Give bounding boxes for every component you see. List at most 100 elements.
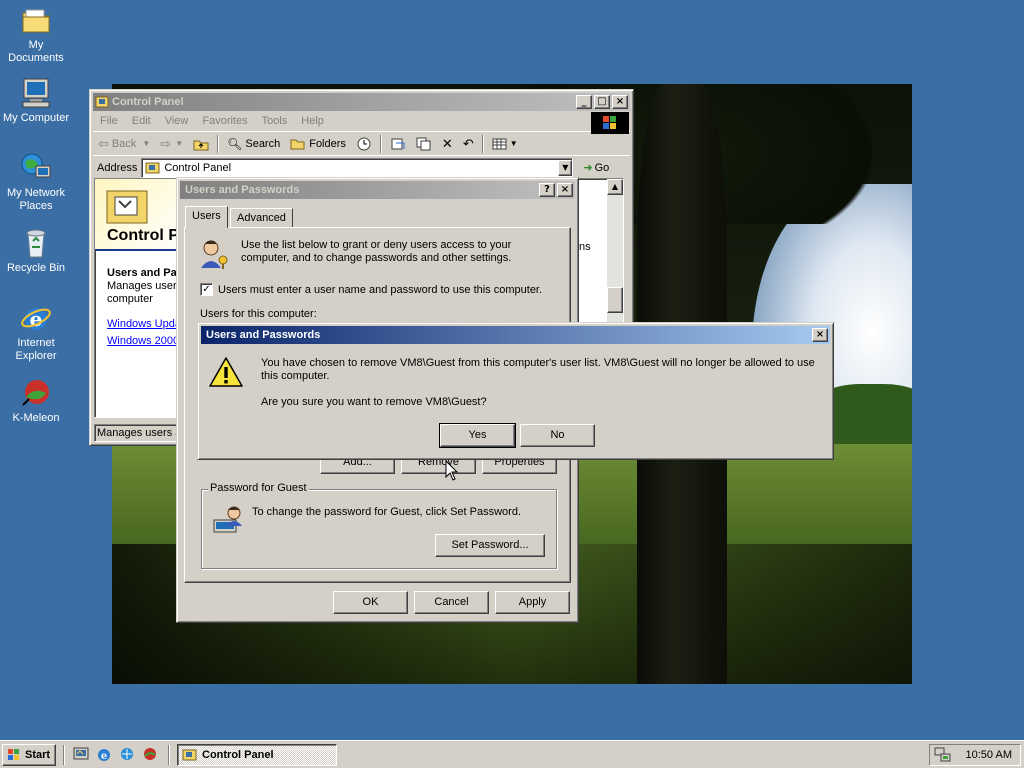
go-arrow-icon: ➜ [583, 162, 593, 174]
chevron-down-icon: ▼ [142, 139, 151, 148]
yes-label: Yes [468, 429, 487, 441]
menu-tools[interactable]: Tools [255, 115, 295, 127]
maximize-button[interactable]: □ [594, 95, 610, 109]
minimize-button[interactable]: _ [576, 95, 592, 109]
windows-2000-support-link[interactable]: Windows 2000 [107, 335, 179, 347]
menu-edit[interactable]: Edit [125, 115, 158, 127]
item-label-fragment: ns [579, 241, 591, 253]
scroll-up-button[interactable]: ▲ [607, 179, 623, 195]
delete-button[interactable]: ✕ [437, 136, 458, 152]
tab-advanced[interactable]: Advanced [230, 208, 293, 228]
desktop-icon-label: My Computer [2, 112, 70, 124]
address-label: Address [97, 161, 138, 174]
users-keys-icon [201, 240, 228, 269]
desktop-icon-my-network-places[interactable]: My Network Places [0, 152, 72, 213]
password-groupbox-label: Password for Guest [208, 482, 309, 494]
internet-explorer-quicklaunch-icon[interactable]: e [96, 746, 112, 762]
users-dialog-titlebar[interactable]: Users and Passwords ? × [180, 181, 575, 199]
up-folder-icon [193, 140, 209, 150]
desktop-icon-internet-explorer[interactable]: e Internet Explorer [0, 302, 72, 363]
address-field[interactable]: Control Panel ▼ [141, 157, 574, 178]
scroll-thumb[interactable] [607, 287, 623, 313]
history-button[interactable] [351, 136, 377, 152]
forward-button[interactable]: ⇨ ▼ [155, 136, 188, 152]
user-computer-icon [213, 506, 242, 533]
ok-label: OK [362, 596, 379, 608]
copy-to-button[interactable] [411, 137, 437, 151]
remove-user-confirm-dialog: Users and Passwords × You have chosen to… [197, 322, 834, 460]
control-panel-small-icon [145, 162, 160, 173]
go-button[interactable]: ➜ Go [573, 161, 609, 175]
set-password-label: Set Password... [451, 539, 529, 551]
k-meleon-icon [20, 377, 52, 409]
search-button[interactable]: 🔍︎ Search [222, 137, 285, 151]
k-meleon-quicklaunch-icon[interactable] [142, 746, 158, 762]
close-button[interactable]: × [612, 95, 628, 109]
standard-toolbar: ⇦ Back ▼ ⇨ ▼ 🔍︎ Search Folders ✕ ↶ ▼ [93, 131, 630, 155]
apply-button[interactable]: Apply [495, 591, 570, 614]
back-label: Back [111, 137, 137, 150]
no-button[interactable]: No [520, 424, 595, 447]
desktop-icon-recycle-bin[interactable]: Recycle Bin [0, 227, 72, 275]
show-desktop-icon[interactable] [73, 746, 89, 762]
start-label: Start [25, 749, 51, 761]
folder-documents-icon [20, 4, 52, 36]
taskbar-separator [168, 745, 170, 765]
desktop-icon-label: My Network Places [6, 187, 66, 212]
yes-button[interactable]: Yes [439, 423, 516, 448]
toolbar-separator [379, 134, 382, 153]
password-required-label: Users must enter a user name and passwor… [218, 283, 543, 296]
tab-users[interactable]: Users [185, 206, 228, 228]
start-button[interactable]: Start [2, 744, 56, 766]
svg-text:e: e [101, 751, 107, 762]
taskbar: Start e Control Panel 10:50 AM [0, 740, 1024, 768]
desktop-icon-label: My Documents [8, 39, 64, 64]
views-icon [492, 138, 507, 149]
menu-file[interactable]: File [93, 115, 125, 127]
confirm-dialog-titlebar[interactable]: Users and Passwords × [201, 326, 830, 344]
selected-item-description-2: computer [107, 293, 153, 305]
control-panel-titlebar[interactable]: Control Panel _ □ × [93, 93, 630, 111]
desktop-icon-my-documents[interactable]: My Documents [0, 4, 72, 65]
ok-button[interactable]: OK [333, 591, 408, 614]
cancel-button[interactable]: Cancel [414, 591, 489, 614]
set-password-button[interactable]: Set Password... [435, 534, 545, 557]
delete-icon: ✕ [441, 135, 453, 151]
window-title: Control Panel [112, 96, 184, 108]
desktop-icon-my-computer[interactable]: My Computer [0, 77, 72, 125]
computer-icon [20, 77, 52, 109]
up-folder-button[interactable] [188, 137, 214, 151]
dialog-title: Users and Passwords [206, 329, 321, 341]
views-button[interactable]: ▼ [487, 137, 523, 151]
recycle-bin-icon [20, 227, 52, 259]
desktop-icon-k-meleon[interactable]: K-Meleon [0, 377, 72, 425]
undo-icon: ↶ [462, 135, 474, 151]
selected-item-title: Users and Pa [107, 267, 177, 279]
menu-view[interactable]: View [158, 115, 196, 127]
close-button[interactable]: × [812, 328, 828, 342]
password-required-checkbox[interactable]: ✓ [200, 283, 213, 296]
mouse-cursor-icon [445, 460, 459, 481]
taskbar-button-control-panel[interactable]: Control Panel [177, 744, 337, 766]
password-required-checkbox-row[interactable]: ✓ Users must enter a user name and passw… [200, 283, 542, 296]
undo-button[interactable]: ↶ [458, 136, 479, 152]
copy-to-icon [416, 137, 431, 150]
clock[interactable]: 10:50 AM [966, 749, 1012, 761]
menu-favorites[interactable]: Favorites [195, 115, 254, 127]
back-arrow-icon: ⇦ [98, 135, 109, 151]
help-button[interactable]: ? [539, 183, 555, 197]
folders-button[interactable]: Folders [285, 137, 351, 151]
network-connection-icon[interactable] [934, 747, 952, 763]
desktop-icon-label: Recycle Bin [6, 262, 66, 274]
apply-label: Apply [518, 596, 547, 608]
windows-update-link[interactable]: Windows Upda [107, 318, 181, 330]
search-label: Search [245, 137, 281, 150]
outlook-express-icon[interactable] [119, 746, 135, 762]
address-dropdown-button[interactable]: ▼ [558, 159, 573, 176]
close-button[interactable]: × [557, 183, 573, 197]
menu-help[interactable]: Help [294, 115, 331, 127]
move-to-button[interactable] [385, 137, 411, 151]
search-icon: 🔍︎ [227, 136, 243, 151]
control-panel-large-icon [106, 190, 148, 224]
back-button[interactable]: ⇦ Back ▼ [93, 136, 155, 152]
